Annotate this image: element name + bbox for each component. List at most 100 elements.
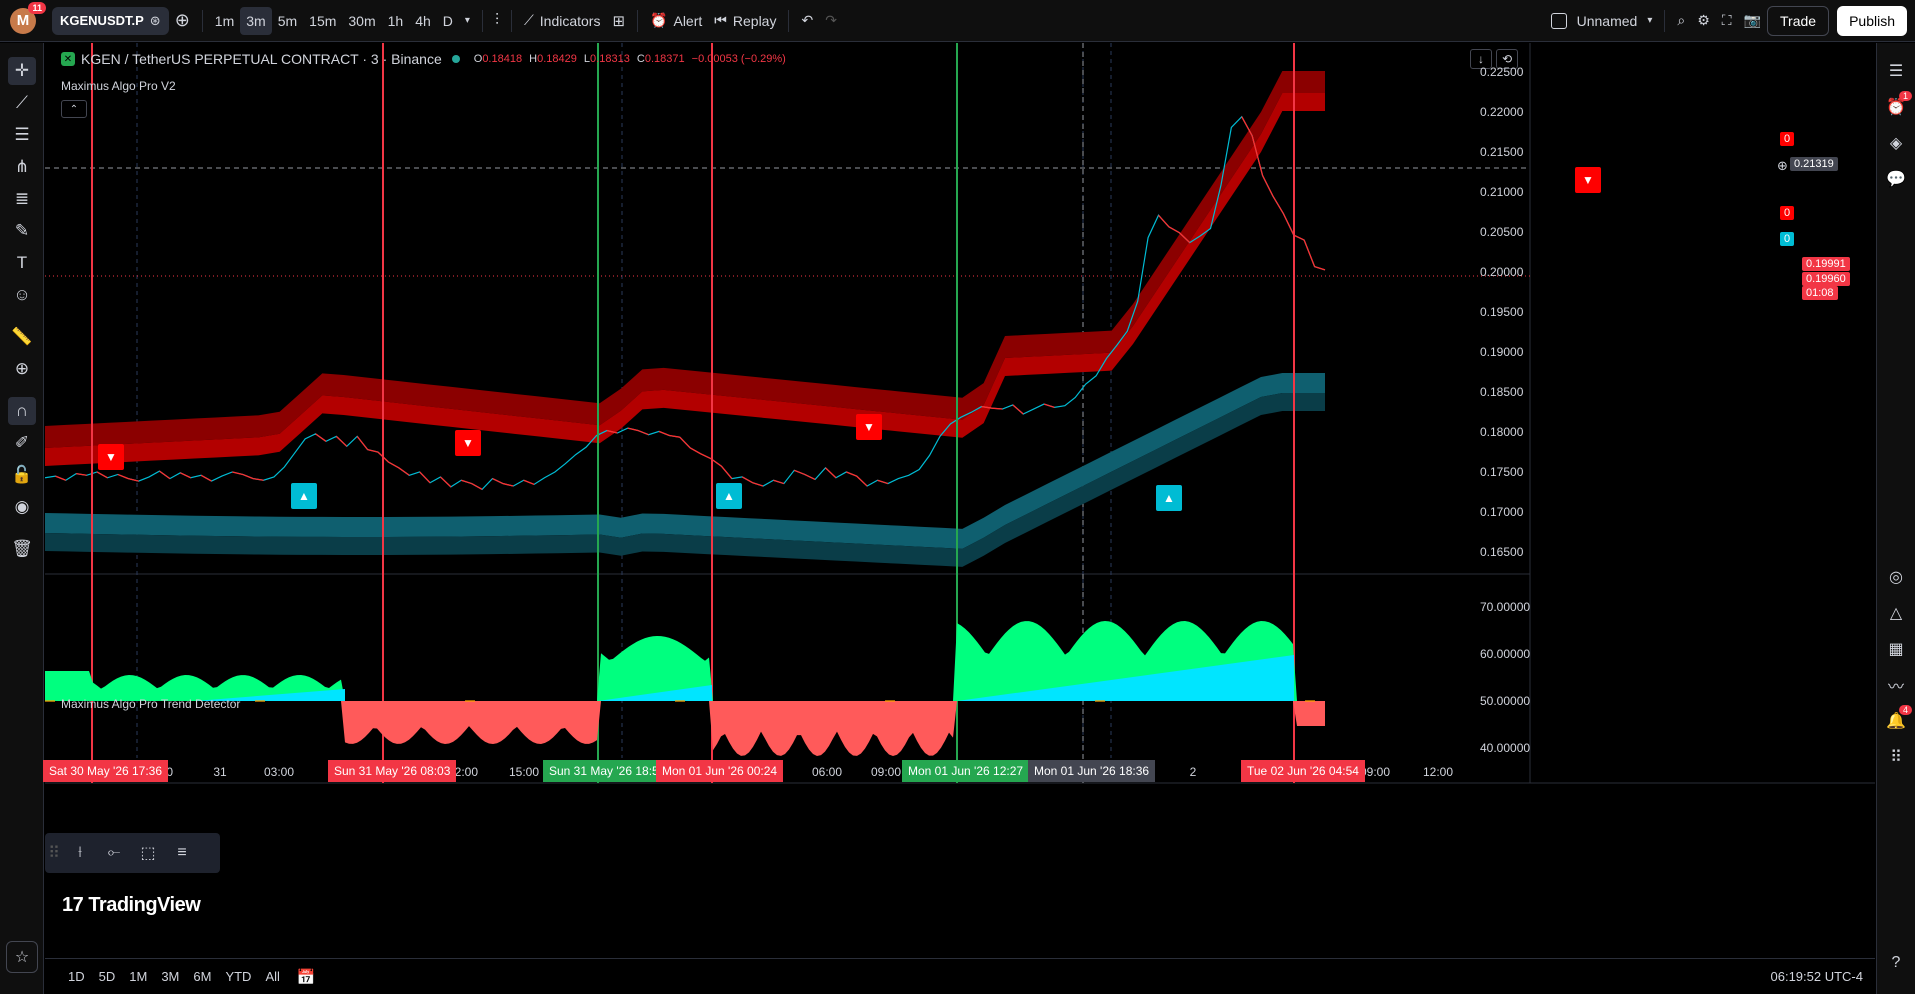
text-icon[interactable]: T (8, 249, 36, 277)
price-line-bear-segment (232, 471, 243, 476)
replay-button[interactable]: ⏮ Replay (708, 6, 782, 36)
crosshair-icon[interactable]: ✛ (8, 57, 36, 85)
price-line-bear-segment (991, 407, 1003, 410)
apps-grid-icon[interactable]: ⠿ (1882, 743, 1910, 771)
zoom-in-icon[interactable]: ⊕ (8, 355, 36, 383)
timeframe-30m[interactable]: 30m (342, 7, 381, 35)
timeframe-D[interactable]: D (437, 7, 459, 35)
eye-icon[interactable]: ◉ (8, 493, 36, 521)
alert-button[interactable]: ⏰ Alert (644, 6, 708, 36)
ideas-icon[interactable]: △ (1882, 599, 1910, 627)
ruler-icon[interactable]: 📏 (8, 323, 36, 351)
templates-icon[interactable]: ⊞ (606, 6, 631, 36)
brush-icon[interactable]: ✎ (8, 217, 36, 245)
undo-icon[interactable]: ↶ (795, 6, 819, 36)
user-avatar[interactable]: M 11 (10, 1, 46, 34)
indicator-main-label[interactable]: Maximus Algo Pro V2 (61, 79, 176, 93)
price-line-bear-segment (1272, 195, 1284, 214)
chart-type-icon[interactable]: ⫶ (489, 6, 505, 36)
add-alert-plus-icon[interactable]: ⊕ (1773, 157, 1792, 175)
calendar-icon[interactable]: ▦ (1882, 635, 1910, 663)
settings-lines-icon[interactable]: ≡ (165, 844, 199, 862)
lock-drawing-icon[interactable]: ✐ (8, 429, 36, 457)
notification-badge: 11 (28, 1, 46, 14)
camera-icon[interactable]: 📷 (1738, 6, 1767, 36)
time-marker-label: Sun 31 May '26 08:03 (328, 760, 457, 782)
indicators-button[interactable]: ⟋ Indicators (518, 6, 607, 36)
price-line-bear-segment (669, 434, 680, 438)
chat-icon[interactable]: 💬 (1882, 165, 1910, 193)
price-line-bear-segment (658, 430, 670, 437)
compare-symbol-icon[interactable]: ⊕ (169, 6, 196, 36)
redo-icon[interactable]: ↷ (819, 6, 843, 36)
drag-handle-icon[interactable]: ⠿ (45, 843, 63, 863)
lock-icon[interactable]: 🔓 (8, 461, 36, 489)
range-all[interactable]: All (258, 969, 286, 984)
timeframe-1m[interactable]: 1m (209, 7, 240, 35)
timeframe-1h[interactable]: 1h (382, 7, 410, 35)
feed-icon[interactable]: 〰 (1882, 671, 1910, 699)
timeframe-3m[interactable]: 3m (240, 6, 272, 35)
oscillator-tick: 70.00000 (1480, 600, 1531, 614)
price-line-bear-segment (242, 473, 254, 480)
chevron-down-icon: ▾ (1647, 15, 1653, 26)
trend-line-icon[interactable]: ⟋ (8, 89, 36, 117)
price-tick: 0.22500 (1480, 65, 1524, 79)
vertical-line-icon[interactable]: ⟊ (63, 844, 97, 862)
watchlist-icon[interactable]: ☰ (1882, 57, 1910, 85)
timeframe-dropdown-icon[interactable]: ▾ (459, 6, 476, 36)
range-1d[interactable]: 1D (61, 969, 92, 984)
symbol-legend: ✕ KGEN / TetherUS PERPETUAL CONTRACT · 3… (61, 51, 790, 67)
price-line-bear-segment (877, 479, 889, 485)
symbol-search-button[interactable]: KGENUSDT.P ⊛ (52, 6, 169, 35)
clock[interactable]: 06:19:52 UTC-4 (1771, 969, 1864, 984)
rectangle-icon[interactable]: ⬚ (131, 843, 165, 863)
bell-icon[interactable]: 🔔 4 (1882, 705, 1912, 735)
tradingview-logo[interactable]: 17 TradingView (62, 894, 201, 917)
timeframe-5m[interactable]: 5m (272, 7, 303, 35)
layers-icon[interactable]: ◈ (1882, 129, 1910, 157)
time-marker-label: Sat 30 May '26 17:36 (43, 760, 169, 782)
range-ytd[interactable]: YTD (218, 969, 258, 984)
price-line-bear-segment (159, 470, 171, 480)
indicator-sub-label[interactable]: Maximus Algo Pro Trend Detector (61, 697, 240, 711)
price-line-bear-segment (773, 479, 785, 485)
exchange-icon: ✕ (61, 52, 75, 66)
horizontal-ray-icon[interactable]: ⟜ (97, 844, 131, 862)
magnet-icon[interactable]: ∩ (8, 397, 36, 425)
layout-button[interactable]: Unnamed ▾ (1545, 6, 1659, 36)
range-5d[interactable]: 5D (92, 969, 123, 984)
horizontal-lines-icon[interactable]: ☰ (8, 121, 36, 149)
alerts-icon[interactable]: ⏰ 1 (1882, 91, 1912, 121)
watchlist-star-icon[interactable]: ☆ (6, 941, 38, 973)
target-icon[interactable]: ◎ (1882, 563, 1910, 591)
range-1m[interactable]: 1M (122, 969, 154, 984)
goto-date-icon[interactable]: 📅 (297, 968, 316, 986)
divider (201, 9, 203, 32)
quick-search-icon[interactable]: ⌕ (1671, 6, 1691, 36)
range-3m[interactable]: 3M (154, 969, 186, 984)
price-line-bear-segment (1293, 234, 1305, 241)
fib-retracement-icon[interactable]: ≣ (8, 185, 36, 213)
price-line-bear-segment (752, 482, 764, 487)
price-line-bear-segment (627, 427, 639, 432)
settings-gear-icon[interactable]: ⚙ (1691, 6, 1716, 36)
time-marker-label: Sun 31 May '26 18:51 (543, 760, 672, 782)
fullscreen-icon[interactable]: ⛶ (1716, 6, 1738, 36)
range-6m[interactable]: 6M (186, 969, 218, 984)
help-icon[interactable]: ? (1882, 949, 1910, 977)
publish-button[interactable]: Publish (1837, 5, 1907, 36)
replay-label: Replay (732, 12, 777, 29)
timeframe-4h[interactable]: 4h (409, 7, 437, 35)
trade-label: Trade (1780, 12, 1817, 29)
emoji-icon[interactable]: ☺ (8, 281, 36, 309)
pitchfork-icon[interactable]: ⋔ (8, 153, 36, 181)
price-label-zero-2: 0 (1780, 206, 1795, 220)
timeframe-15m[interactable]: 15m (303, 7, 342, 35)
symbol-settings-icon[interactable]: ⊛ (150, 13, 161, 29)
trade-button[interactable]: Trade (1767, 5, 1830, 36)
collapse-legend-icon[interactable]: ⌃ (61, 100, 87, 118)
chart-pane[interactable]: ✕ KGEN / TetherUS PERPETUAL CONTRACT · 3… (43, 43, 1875, 958)
trash-icon[interactable]: 🗑 (8, 535, 36, 563)
time-tick: 06:00 (811, 765, 843, 779)
